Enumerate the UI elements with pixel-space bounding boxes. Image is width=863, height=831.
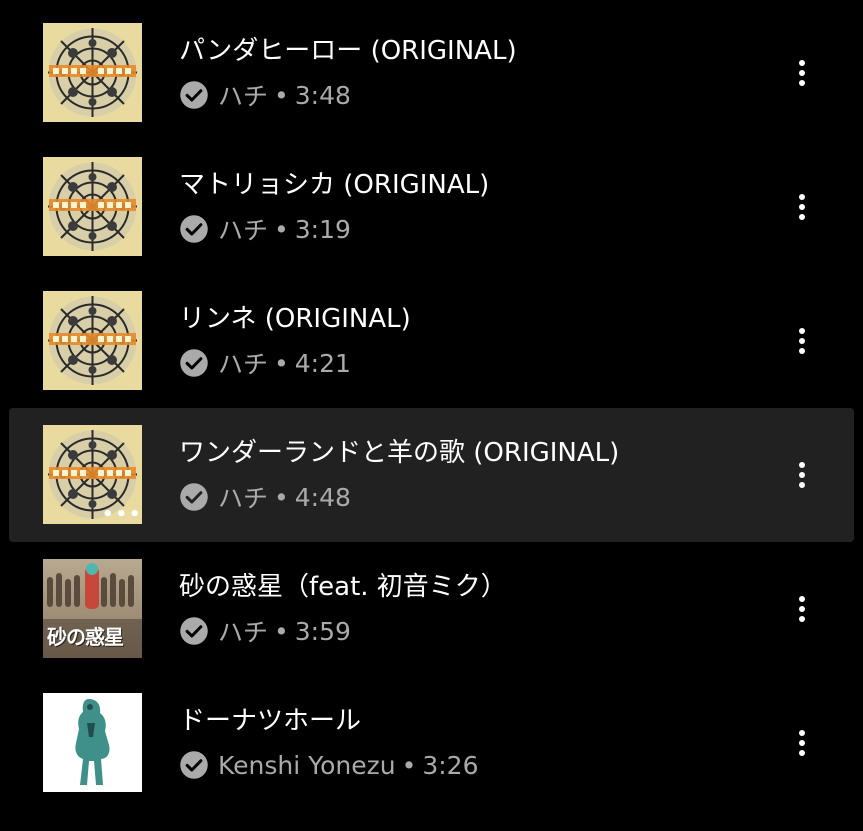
track-row[interactable]: パンダヒーロー (ORIGINAL) ハチ • 3:48	[9, 6, 854, 140]
track-duration: 3:48	[294, 80, 351, 110]
track-duration: 4:48	[294, 482, 351, 512]
separator: •	[274, 80, 289, 110]
donut-hole-album-art-icon	[43, 693, 142, 792]
verified-check-circle-icon	[180, 483, 208, 511]
more-options-button[interactable]	[787, 53, 817, 93]
track-title: マトリョシカ (ORIGINAL)	[179, 170, 490, 200]
track-duration: 3:19	[294, 214, 351, 244]
more-vert-icon-dot	[799, 472, 805, 478]
verified-check-circle-icon	[180, 81, 208, 109]
more-vert-icon-dot	[799, 348, 805, 354]
more-vert-icon-dot	[799, 338, 805, 344]
verified-check-circle-icon	[180, 349, 208, 377]
more-vert-icon-dot	[799, 462, 805, 468]
verified-check-circle-icon	[180, 617, 208, 645]
more-options-button[interactable]	[787, 455, 817, 495]
more-vert-icon-dot	[799, 482, 805, 488]
now-playing-indicator-icon: •••	[102, 504, 142, 524]
separator: •	[274, 348, 289, 378]
more-vert-icon-dot	[799, 60, 805, 66]
artist-name[interactable]: ハチ	[218, 613, 268, 649]
track-row-now-playing[interactable]: ••• ワンダーランドと羊の歌 (ORIGINAL) ハチ • 4:48	[9, 408, 854, 542]
track-list: パンダヒーロー (ORIGINAL) ハチ • 3:48 マトリョシカ (ORI…	[0, 0, 863, 831]
more-options-button[interactable]	[787, 589, 817, 629]
official-orange-album-art-icon	[43, 291, 142, 390]
more-vert-icon-dot	[799, 70, 805, 76]
verified-check-circle-icon	[180, 751, 208, 779]
artist-name[interactable]: ハチ	[218, 345, 268, 381]
track-row[interactable]: マトリョシカ (ORIGINAL) ハチ • 3:19	[9, 140, 854, 274]
album-art-thumbnail[interactable]	[43, 23, 142, 122]
album-art-thumbnail[interactable]	[43, 157, 142, 256]
track-title: リンネ (ORIGINAL)	[179, 304, 411, 334]
more-options-button[interactable]	[787, 723, 817, 763]
official-orange-album-art-icon	[43, 157, 142, 256]
more-vert-icon-dot	[799, 194, 805, 200]
track-duration: 4:21	[294, 348, 351, 378]
track-title: ワンダーランドと羊の歌 (ORIGINAL)	[179, 438, 620, 468]
more-vert-icon-dot	[799, 596, 805, 602]
track-title: パンダヒーロー (ORIGINAL)	[179, 36, 517, 66]
verified-check-circle-icon	[180, 215, 208, 243]
track-title: ドーナツホール	[179, 706, 362, 736]
track-title: 砂の惑星（feat. 初音ミク）	[179, 572, 507, 602]
more-options-button[interactable]	[787, 187, 817, 227]
artist-name[interactable]: ハチ	[218, 479, 268, 515]
track-subtitle: Kenshi Yonezu • 3:26	[179, 748, 478, 782]
track-subtitle: ハチ • 3:19	[179, 212, 351, 246]
album-art-thumbnail[interactable]: 砂の惑星	[43, 559, 142, 658]
track-subtitle: ハチ • 3:48	[179, 78, 351, 112]
more-vert-icon-dot	[799, 80, 805, 86]
track-subtitle: ハチ • 3:59	[179, 614, 351, 648]
artist-name[interactable]: Kenshi Yonezu	[218, 751, 396, 780]
track-subtitle: ハチ • 4:48	[179, 480, 351, 514]
track-subtitle: ハチ • 4:21	[179, 346, 351, 380]
more-vert-icon-dot	[799, 740, 805, 746]
album-art-text: 砂の惑星	[47, 625, 124, 649]
separator: •	[274, 214, 289, 244]
separator: •	[274, 482, 289, 512]
more-vert-icon-dot	[799, 730, 805, 736]
more-vert-icon-dot	[799, 606, 805, 612]
track-duration: 3:59	[294, 616, 351, 646]
track-row[interactable]: 砂の惑星 砂の惑星（feat. 初音ミク） ハチ • 3:59	[9, 542, 854, 676]
more-vert-icon-dot	[799, 750, 805, 756]
more-vert-icon-dot	[799, 204, 805, 210]
separator: •	[401, 750, 417, 780]
track-row[interactable]: リンネ (ORIGINAL) ハチ • 4:21	[9, 274, 854, 408]
more-options-button[interactable]	[787, 321, 817, 361]
official-orange-album-art-icon	[43, 23, 142, 122]
separator: •	[274, 616, 289, 646]
track-duration: 3:26	[422, 750, 479, 780]
more-vert-icon-dot	[799, 214, 805, 220]
album-art-thumbnail[interactable]: •••	[43, 425, 142, 524]
more-vert-icon-dot	[799, 328, 805, 334]
artist-name[interactable]: ハチ	[218, 77, 268, 113]
track-row[interactable]: ドーナツホール Kenshi Yonezu • 3:26	[9, 676, 854, 810]
artist-name[interactable]: ハチ	[218, 211, 268, 247]
album-art-thumbnail[interactable]	[43, 693, 142, 792]
more-vert-icon-dot	[799, 616, 805, 622]
album-art-thumbnail[interactable]	[43, 291, 142, 390]
